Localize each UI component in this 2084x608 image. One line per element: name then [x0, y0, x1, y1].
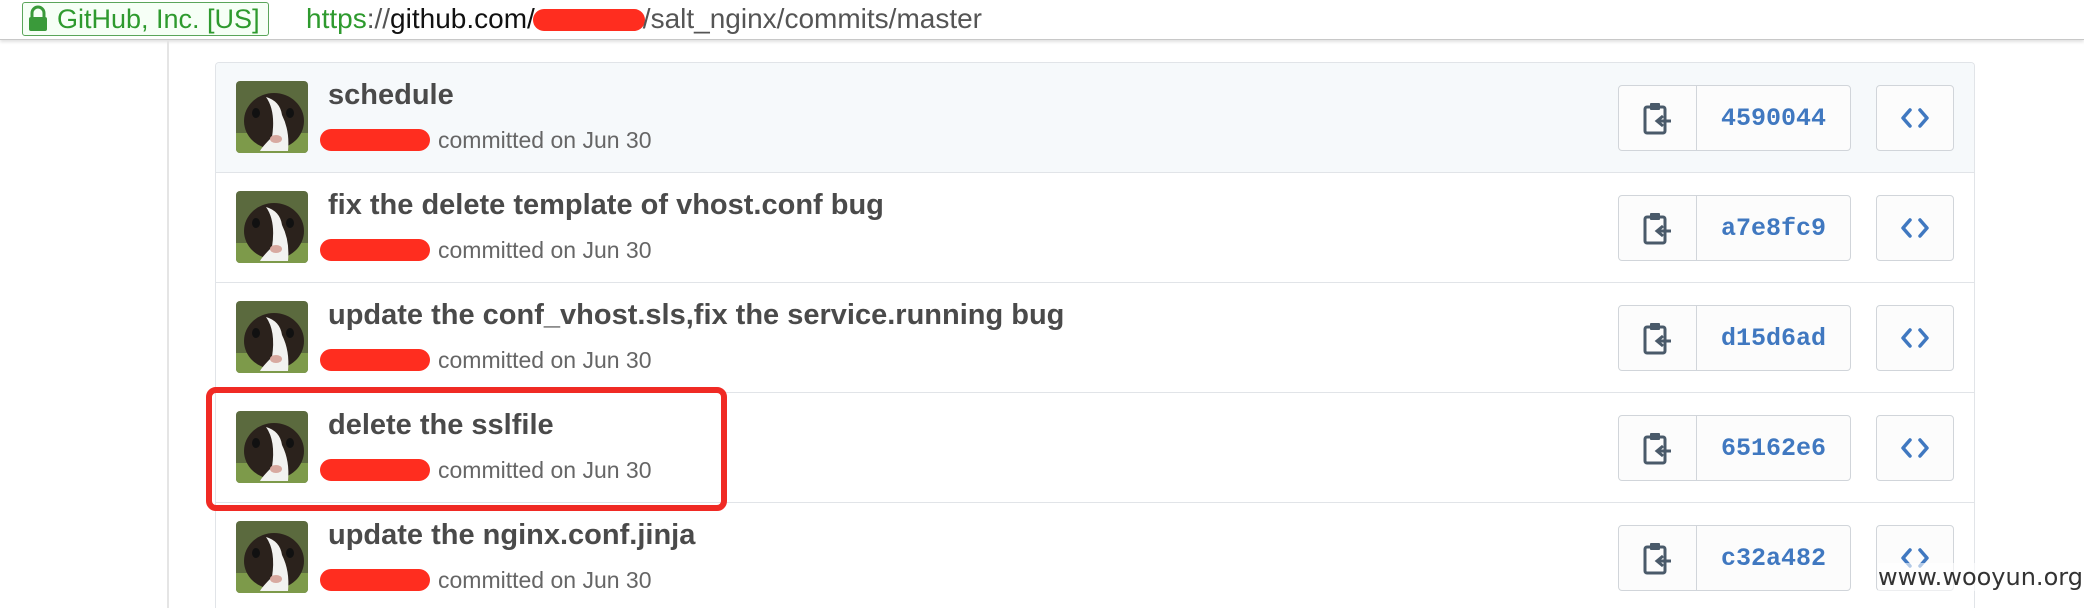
commit-title[interactable]: fix the delete template of vhost.conf bu…: [328, 189, 884, 222]
url-host: github.com/: [390, 3, 535, 34]
commit-row: update the nginx.conf.jinja committed on…: [216, 503, 1974, 608]
commit-sha-link[interactable]: 4590044: [1697, 86, 1850, 150]
commit-date: committed on Jun 30: [438, 566, 652, 593]
clipboard-icon: [1643, 543, 1671, 575]
code-brackets-icon: [1901, 108, 1929, 128]
sha-button-group: c32a482: [1618, 525, 1851, 591]
browser-address-bar[interactable]: GitHub, Inc. [US] https://github.com/ /sa…: [0, 0, 2084, 40]
commit-date: committed on Jun 30: [438, 236, 652, 263]
code-brackets-icon: [1901, 218, 1929, 238]
commit-sha-link[interactable]: c32a482: [1697, 526, 1850, 590]
url-field[interactable]: https://github.com/ /salt_nginx/commits/m…: [306, 2, 982, 36]
copy-sha-button[interactable]: [1619, 416, 1697, 480]
clipboard-icon: [1643, 103, 1671, 135]
redaction-mark: [320, 239, 430, 261]
sha-button-group: 65162e6: [1618, 415, 1851, 481]
avatar[interactable]: [236, 191, 308, 263]
url-scheme: https: [306, 3, 367, 34]
watermark: www.wooyun.org: [1878, 563, 2083, 591]
commit-meta: committed on Jun 30: [320, 565, 652, 595]
highlight-box: [206, 387, 727, 511]
url-separator: ://: [366, 3, 391, 34]
commit-meta: committed on Jun 30: [320, 125, 652, 155]
redaction-mark: [532, 9, 645, 31]
browse-repo-button[interactable]: [1876, 85, 1954, 151]
ev-label: GitHub, Inc. [US]: [57, 3, 260, 34]
copy-sha-button[interactable]: [1619, 196, 1697, 260]
browse-repo-button[interactable]: [1876, 195, 1954, 261]
browse-repo-button[interactable]: [1876, 415, 1954, 481]
browse-repo-button[interactable]: [1876, 305, 1954, 371]
commit-title[interactable]: update the nginx.conf.jinja: [328, 519, 695, 552]
sha-button-group: d15d6ad: [1618, 305, 1851, 371]
avatar[interactable]: [236, 81, 308, 153]
sha-button-group: a7e8fc9: [1618, 195, 1851, 261]
commit-sha-link[interactable]: 65162e6: [1697, 416, 1850, 480]
commit-row: fix the delete template of vhost.conf bu…: [216, 173, 1974, 283]
commit-sha-link[interactable]: a7e8fc9: [1697, 196, 1850, 260]
commit-row: schedule committed on Jun 30 4590044: [216, 63, 1974, 173]
avatar[interactable]: [236, 301, 308, 373]
commit-date: committed on Jun 30: [438, 346, 652, 373]
copy-sha-button[interactable]: [1619, 306, 1697, 370]
redaction-mark: [320, 349, 430, 371]
commit-list: schedule committed on Jun 30 4590044 fix…: [215, 62, 1975, 608]
copy-sha-button[interactable]: [1619, 86, 1697, 150]
commit-title[interactable]: schedule: [328, 79, 454, 112]
commit-date: committed on Jun 30: [438, 126, 652, 153]
code-brackets-icon: [1901, 438, 1929, 458]
clipboard-icon: [1643, 213, 1671, 245]
code-brackets-icon: [1901, 328, 1929, 348]
clipboard-icon: [1643, 323, 1671, 355]
page-gutter: [167, 40, 169, 608]
commit-meta: committed on Jun 30: [320, 235, 652, 265]
url-path: /salt_nginx/commits/master: [642, 3, 983, 34]
commit-title[interactable]: update the conf_vhost.sls,fix the servic…: [328, 299, 1064, 332]
avatar[interactable]: [236, 521, 308, 593]
sha-button-group: 4590044: [1618, 85, 1851, 151]
redaction-mark: [320, 569, 430, 591]
ev-certificate-badge[interactable]: GitHub, Inc. [US]: [22, 2, 269, 36]
commit-row: update the conf_vhost.sls,fix the servic…: [216, 283, 1974, 393]
copy-sha-button[interactable]: [1619, 526, 1697, 590]
commit-sha-link[interactable]: d15d6ad: [1697, 306, 1850, 370]
redaction-mark: [320, 129, 430, 151]
commit-meta: committed on Jun 30: [320, 345, 652, 375]
lock-icon: [27, 5, 49, 33]
clipboard-icon: [1643, 433, 1671, 465]
